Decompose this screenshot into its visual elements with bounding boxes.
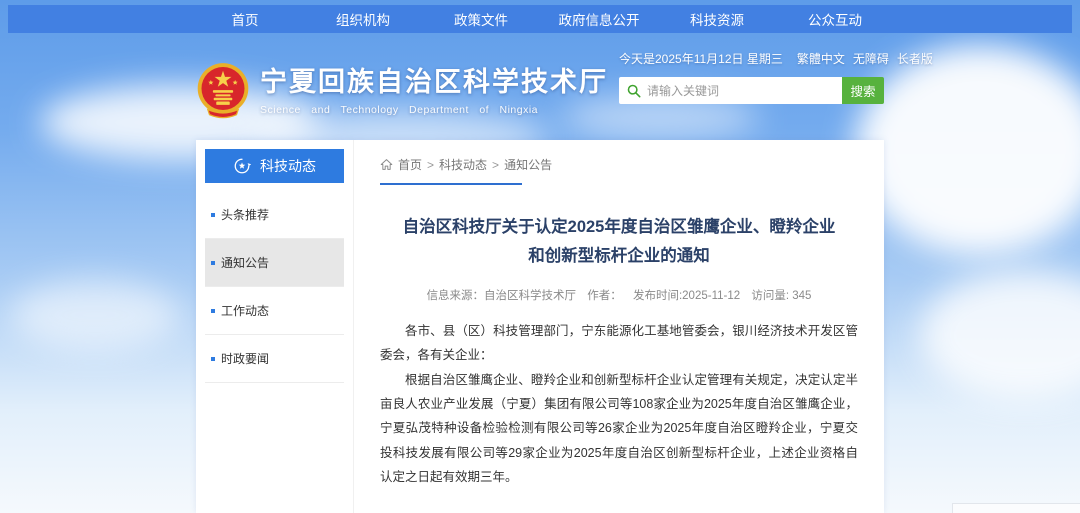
nav-item-home[interactable]: 首页	[186, 9, 304, 29]
search-button[interactable]: 搜索	[842, 77, 884, 104]
cloud-decoration	[855, 45, 1080, 255]
page: 首页 组织机构 政策文件 政府信息公开 科技资源 公众互动 宁夏回族自治区科学技…	[0, 0, 1080, 513]
sidebar-item-headline[interactable]: 头条推荐	[205, 191, 344, 239]
breadcrumb-separator: >	[492, 158, 499, 172]
sidebar-header: 科技动态	[205, 149, 344, 183]
meta-pubtime: 发布时间:2025-11-12	[633, 290, 740, 302]
masthead: 宁夏回族自治区科学技术厅 Science and Technology Depa…	[196, 48, 884, 134]
current-date: 今天是2025年11月12日 星期三	[619, 50, 783, 67]
masthead-right: 今天是2025年11月12日 星期三 繁體中文 无障碍 长者版 搜索	[619, 48, 884, 134]
sidebar-item-politics-news[interactable]: 时政要闻	[205, 335, 344, 383]
article-meta: 信息来源：自治区科学技术厅 作者： 发布时间:2025-11-12 访问量: 3…	[380, 287, 858, 303]
nav-item-interaction[interactable]: 公众互动	[776, 9, 894, 29]
sidebar-title: 科技动态	[260, 156, 316, 176]
meta-views: 访问量: 345	[751, 290, 811, 302]
main-panel: 科技动态 头条推荐 通知公告 工作动态 时政要闻 首页 > 科技动态 > 通知公…	[196, 140, 884, 513]
cloud-decoration	[10, 280, 180, 350]
link-traditional-chinese[interactable]: 繁體中文	[797, 50, 845, 67]
nav-item-gov-info[interactable]: 政府信息公开	[540, 9, 658, 29]
content-area: 首页 > 科技动态 > 通知公告 自治区科技厅关于认定2025年度自治区雏鹰企业…	[354, 140, 884, 513]
cloud-decoration	[920, 270, 1080, 400]
sidebar-item-work-news[interactable]: 工作动态	[205, 287, 344, 335]
link-accessibility[interactable]: 无障碍	[853, 50, 889, 67]
meta-source: 信息来源：自治区科学技术厅	[427, 290, 577, 302]
article-body: 各市、县（区）科技管理部门，宁东能源化工基地管委会，银川经济技术开发区管委会，各…	[380, 319, 858, 490]
breadcrumb-separator: >	[427, 158, 434, 172]
nav-item-organization[interactable]: 组织机构	[304, 9, 422, 29]
breadcrumb-home[interactable]: 首页	[398, 156, 422, 173]
article-title: 自治区科技厅关于认定2025年度自治区雏鹰企业、瞪羚企业 和创新型标杆企业的通知	[380, 213, 858, 271]
top-nav: 首页 组织机构 政策文件 政府信息公开 科技资源 公众互动	[8, 5, 1072, 33]
breadcrumb-underline	[380, 183, 522, 185]
breadcrumb: 首页 > 科技动态 > 通知公告	[380, 152, 858, 183]
site-subtitle: Science and Technology Department of Nin…	[260, 104, 608, 116]
breadcrumb-tech-news[interactable]: 科技动态	[439, 156, 487, 173]
search-input[interactable]	[647, 84, 834, 98]
search-box	[619, 77, 842, 104]
search-icon	[627, 84, 641, 98]
corner-widget	[952, 503, 1080, 513]
sidebar-item-notices[interactable]: 通知公告	[205, 239, 344, 287]
nav-item-resources[interactable]: 科技资源	[658, 9, 776, 29]
site-brand: 宁夏回族自治区科学技术厅 Science and Technology Depa…	[196, 48, 608, 134]
article-paragraph: 根据自治区雏鹰企业、瞪羚企业和创新型标杆企业认定管理有关规定，决定认定半亩良人农…	[380, 368, 858, 490]
circular-star-icon	[233, 157, 251, 175]
nav-item-policy[interactable]: 政策文件	[422, 9, 540, 29]
sidebar: 科技动态 头条推荐 通知公告 工作动态 时政要闻	[196, 140, 354, 513]
link-elder-version[interactable]: 长者版	[897, 50, 933, 67]
meta-author: 作者：	[587, 290, 622, 302]
home-icon	[380, 158, 393, 171]
article-paragraph: 各市、县（区）科技管理部门，宁东能源化工基地管委会，银川经济技术开发区管委会，各…	[380, 319, 858, 368]
site-title: 宁夏回族自治区科学技术厅	[260, 66, 608, 100]
breadcrumb-notices[interactable]: 通知公告	[504, 156, 552, 173]
national-emblem-logo	[196, 62, 250, 120]
